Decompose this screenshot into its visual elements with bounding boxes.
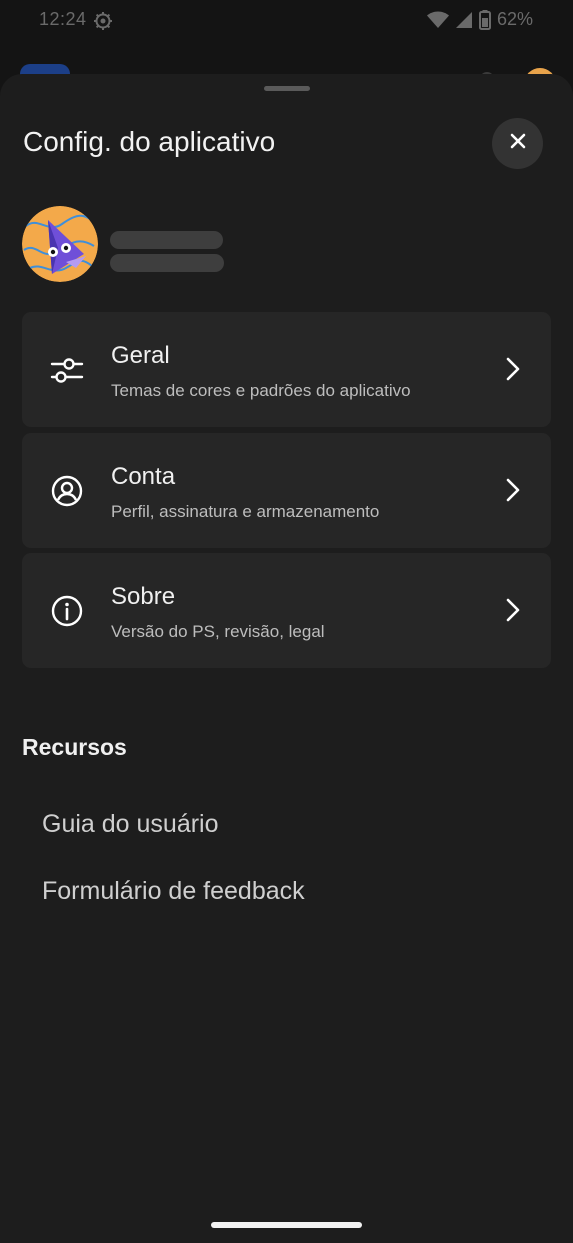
wifi-icon (426, 11, 449, 29)
battery-icon (478, 9, 491, 30)
settings-item-subtitle: Perfil, assinatura e armazenamento (111, 502, 380, 521)
profile-name-redacted (110, 231, 223, 249)
sliders-icon (49, 352, 85, 388)
status-right-group: 62% (426, 9, 533, 30)
settings-item-account[interactable]: Conta Perfil, assinatura e armazenamento (22, 433, 551, 548)
settings-item-about[interactable]: Sobre Versão do PS, revisão, legal (22, 553, 551, 668)
settings-item-subtitle: Temas de cores e padrões do aplicativo (111, 381, 411, 400)
status-time: 12:24 (39, 9, 87, 29)
settings-item-title: Sobre (111, 583, 176, 610)
sheet-title: Config. do aplicativo (23, 126, 276, 157)
settings-item-subtitle: Versão do PS, revisão, legal (111, 622, 325, 641)
profile-email-redacted (110, 254, 224, 272)
home-indicator[interactable] (211, 1222, 362, 1228)
status-bar: 12:24 62% (0, 0, 573, 42)
user-circle-icon (49, 473, 85, 509)
app-settings-sheet: Config. do aplicativo Geral Temas de cor… (0, 74, 573, 1243)
resources-heading: Recursos (22, 734, 127, 760)
feedback-form-link[interactable]: Formulário de feedback (42, 877, 305, 906)
screen: 12:24 62% Config. do aplicativo Geral Te… (0, 0, 573, 1243)
settings-item-title: Geral (111, 342, 170, 369)
settings-item-title: Conta (111, 463, 176, 490)
user-guide-link[interactable]: Guia do usuário (42, 810, 219, 839)
chevron-right-icon (503, 597, 523, 623)
close-button[interactable] (492, 118, 543, 169)
settings-item-general[interactable]: Geral Temas de cores e padrões do aplica… (22, 312, 551, 427)
profile-avatar-illustration (22, 206, 98, 282)
chevron-right-icon (503, 356, 523, 382)
cellular-signal-icon (455, 11, 473, 29)
chevron-right-icon (503, 477, 523, 503)
battery-percent: 62% (496, 9, 533, 29)
profile-avatar[interactable] (22, 206, 98, 282)
drag-handle[interactable] (264, 86, 310, 91)
settings-gear-icon (93, 11, 113, 31)
close-icon (510, 133, 526, 154)
info-icon (49, 593, 85, 629)
